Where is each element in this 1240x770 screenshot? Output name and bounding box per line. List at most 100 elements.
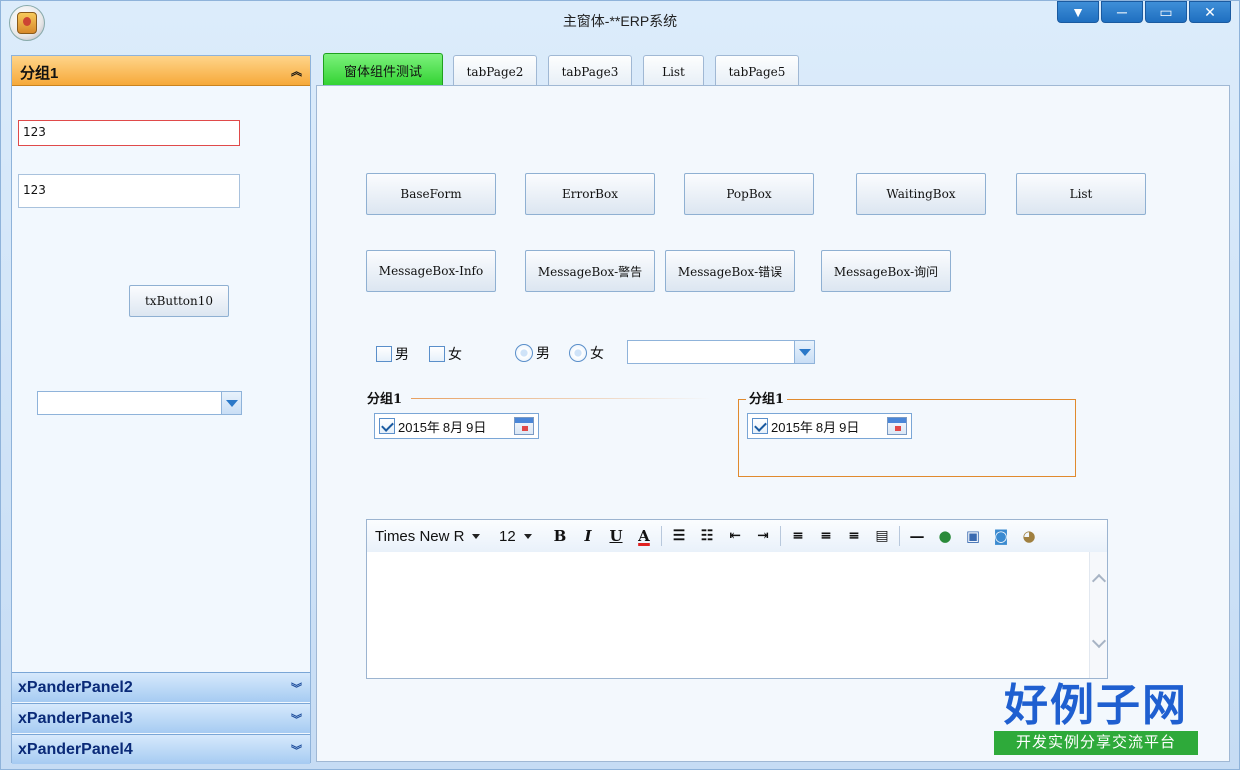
checkbox-female-label: 女	[448, 346, 462, 362]
outdent-icon[interactable]: ⇤	[722, 524, 748, 548]
minimize-icon[interactable]: ─	[1101, 1, 1143, 23]
calendar-icon[interactable]	[887, 417, 907, 435]
list-button[interactable]: List	[1016, 173, 1146, 215]
left-pane: 分组1 ︽ 123 123 txButton10 xPanderPanel2 ︾…	[11, 55, 311, 764]
xpander-panel-2-label: xPanderPanel2	[18, 679, 133, 696]
checkbox-male[interactable]: 男	[376, 344, 409, 364]
bullet-list-icon[interactable]: ☷	[694, 524, 720, 548]
date1-year: 2015年	[398, 419, 440, 435]
tab-page2[interactable]: tabPage2	[453, 55, 537, 87]
indent-icon[interactable]: ⇥	[750, 524, 776, 548]
messagebox-question-button[interactable]: MessageBox-询问	[821, 250, 951, 292]
font-size-value: 12	[499, 527, 516, 545]
main-combobox[interactable]	[627, 340, 815, 364]
xpander-panel-3[interactable]: xPanderPanel3 ︾	[12, 703, 310, 733]
groupbox1-divider	[411, 398, 711, 399]
horizontal-rule-icon[interactable]: —	[904, 524, 930, 548]
font-family-value: Times New R	[375, 527, 465, 545]
window-title: 主窗体-**ERP系统	[562, 13, 678, 29]
image-icon[interactable]: ▣	[960, 524, 986, 548]
chevron-down-icon[interactable]	[794, 341, 814, 363]
xpander-panel-4[interactable]: xPanderPanel4 ︾	[12, 734, 310, 764]
tab-form-components[interactable]: 窗体组件测试	[323, 53, 443, 87]
tab-page5[interactable]: tabPage5	[715, 55, 799, 87]
italic-icon[interactable]: I	[575, 524, 601, 548]
skin-icon[interactable]: ▼	[1057, 1, 1099, 23]
watermark-logo: 好例子网 开发实例分享交流平台	[994, 681, 1198, 755]
baseform-button[interactable]: BaseForm	[366, 173, 496, 215]
radio-female-label: 女	[590, 345, 604, 361]
tab-page3[interactable]: tabPage3	[548, 55, 632, 87]
tab-list[interactable]: List	[643, 55, 704, 87]
date1-day: 9日	[466, 419, 487, 435]
checkbox-icon[interactable]	[379, 418, 395, 434]
date2-year: 2015年	[771, 419, 813, 435]
xpander-panel-3-label: xPanderPanel3	[18, 710, 133, 727]
close-icon[interactable]: ✕	[1189, 1, 1231, 23]
align-justify-icon[interactable]: ▤	[869, 524, 895, 548]
messagebox-error-button[interactable]: MessageBox-错误	[665, 250, 795, 292]
hyperlink-icon[interactable]: ●	[932, 524, 958, 548]
radio-female[interactable]: 女	[569, 343, 604, 363]
checkbox-icon[interactable]	[429, 346, 445, 362]
rich-text-editor: Times New R 12 B I U A ☰ ☷ ⇤ ⇥ ≡ ≡ ≡ ▤ —…	[366, 519, 1108, 679]
collapse-chevron-icon[interactable]: ︽	[291, 63, 302, 79]
insert-icon[interactable]: ◙	[988, 524, 1014, 548]
ordered-list-icon[interactable]: ☰	[666, 524, 692, 548]
radio-icon[interactable]	[569, 344, 587, 362]
date-picker-1[interactable]: 2015年 8月 9日	[374, 413, 539, 439]
expand-chevron-icon[interactable]: ︾	[291, 742, 302, 758]
date2-month: 8月	[815, 419, 837, 435]
maximize-icon[interactable]: ▭	[1145, 1, 1187, 23]
font-family-select[interactable]: Times New R	[371, 524, 493, 548]
left-combobox[interactable]	[37, 391, 242, 415]
xpander-panel-4-label: xPanderPanel4	[18, 741, 133, 758]
scroll-down-icon[interactable]	[1091, 633, 1107, 649]
align-right-icon[interactable]: ≡	[841, 524, 867, 548]
window-controls: ▼ ─ ▭ ✕	[1057, 1, 1231, 23]
groupbox1-title: 分组1	[367, 392, 403, 407]
messagebox-warning-button[interactable]: MessageBox-警告	[525, 250, 655, 292]
chevron-down-icon[interactable]	[221, 392, 241, 414]
radio-icon[interactable]	[515, 344, 533, 362]
expand-chevron-icon[interactable]: ︾	[291, 711, 302, 727]
underline-icon[interactable]: U	[603, 524, 629, 548]
editor-toolbar: Times New R 12 B I U A ☰ ☷ ⇤ ⇥ ≡ ≡ ≡ ▤ —…	[367, 520, 1107, 552]
date1-month: 8月	[442, 419, 464, 435]
date-picker-2[interactable]: 2015年 8月 9日	[747, 413, 912, 439]
waitingbox-button[interactable]: WaitingBox	[856, 173, 986, 215]
toolbar-separator	[899, 526, 900, 546]
align-center-icon[interactable]: ≡	[813, 524, 839, 548]
radio-male[interactable]: 男	[515, 343, 550, 363]
calendar-icon[interactable]	[514, 417, 534, 435]
messagebox-info-button[interactable]: MessageBox-Info	[366, 250, 496, 292]
groupbox2-title: 分组1	[746, 388, 788, 407]
bold-icon[interactable]: B	[547, 524, 573, 548]
main-window: 主窗体-**ERP系统 ▼ ─ ▭ ✕ 分组1 ︽ 123 123 txButt…	[0, 0, 1240, 770]
toolbar-separator	[661, 526, 662, 546]
group1-header[interactable]: 分组1 ︽	[12, 56, 310, 86]
expand-chevron-icon[interactable]: ︾	[291, 680, 302, 696]
popbox-button[interactable]: PopBox	[684, 173, 814, 215]
chevron-down-icon[interactable]	[523, 533, 532, 539]
checkbox-icon[interactable]	[376, 346, 392, 362]
textbox-normal[interactable]: 123	[18, 174, 240, 208]
font-color-icon[interactable]: A	[631, 524, 657, 548]
checkbox-female[interactable]: 女	[429, 344, 462, 364]
scroll-up-icon[interactable]	[1091, 573, 1107, 589]
date2-day: 9日	[839, 419, 860, 435]
errorbox-button[interactable]: ErrorBox	[525, 173, 655, 215]
chevron-down-icon[interactable]	[472, 533, 481, 539]
checkbox-icon[interactable]	[752, 418, 768, 434]
editor-scrollbar[interactable]	[1089, 552, 1107, 678]
align-left-icon[interactable]: ≡	[785, 524, 811, 548]
font-size-select[interactable]: 12	[495, 524, 545, 548]
xpander-panel-2[interactable]: xPanderPanel2 ︾	[12, 672, 310, 702]
toolbar-separator	[780, 526, 781, 546]
watermark-brand: 好例子网	[1004, 680, 1188, 731]
title-bar: 主窗体-**ERP系统 ▼ ─ ▭ ✕	[1, 1, 1239, 41]
txbutton10[interactable]: txButton10	[129, 285, 229, 317]
group1-title: 分组1	[20, 65, 59, 82]
textbox-error[interactable]: 123	[18, 120, 240, 146]
preview-icon[interactable]: ◕	[1016, 524, 1042, 548]
